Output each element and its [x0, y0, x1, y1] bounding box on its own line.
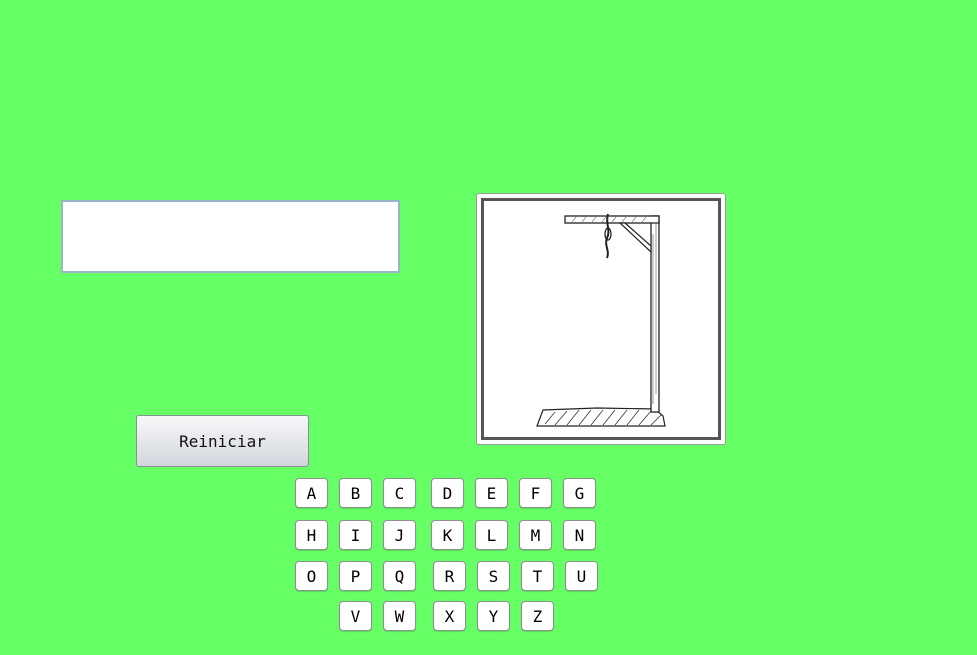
- key-m[interactable]: M: [519, 520, 552, 550]
- key-b[interactable]: B: [339, 478, 372, 508]
- key-h[interactable]: H: [295, 520, 328, 550]
- key-u[interactable]: U: [565, 561, 598, 591]
- gallows-image: [476, 193, 726, 445]
- key-j[interactable]: J: [383, 520, 416, 550]
- key-v[interactable]: V: [339, 601, 372, 631]
- key-y[interactable]: Y: [477, 601, 510, 631]
- key-s[interactable]: S: [477, 561, 510, 591]
- key-p[interactable]: P: [339, 561, 372, 591]
- word-display-field[interactable]: [61, 200, 400, 273]
- key-k[interactable]: K: [431, 520, 464, 550]
- key-x[interactable]: X: [433, 601, 466, 631]
- key-w[interactable]: W: [383, 601, 416, 631]
- key-z[interactable]: Z: [521, 601, 554, 631]
- key-r[interactable]: R: [433, 561, 466, 591]
- key-f[interactable]: F: [519, 478, 552, 508]
- reset-button[interactable]: Reiniciar: [136, 415, 309, 467]
- key-c[interactable]: C: [383, 478, 416, 508]
- key-a[interactable]: A: [295, 478, 328, 508]
- key-q[interactable]: Q: [383, 561, 416, 591]
- gallows-drawing: [536, 213, 666, 427]
- key-e[interactable]: E: [475, 478, 508, 508]
- key-g[interactable]: G: [563, 478, 596, 508]
- key-n[interactable]: N: [563, 520, 596, 550]
- key-i[interactable]: I: [339, 520, 372, 550]
- key-d[interactable]: D: [431, 478, 464, 508]
- key-t[interactable]: T: [521, 561, 554, 591]
- key-o[interactable]: O: [295, 561, 328, 591]
- key-l[interactable]: L: [475, 520, 508, 550]
